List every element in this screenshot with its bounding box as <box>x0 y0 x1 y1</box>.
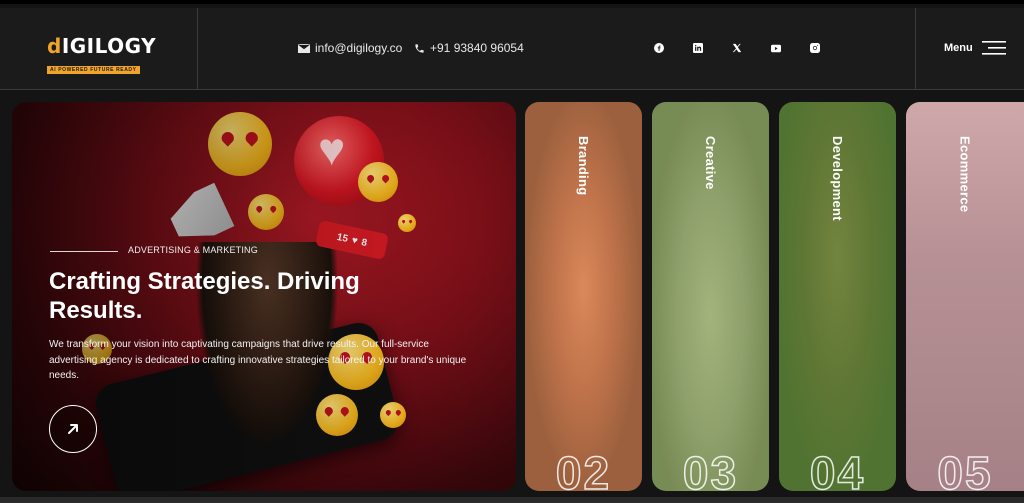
hero-title: Crafting Strategies. Driving Results. <box>49 268 360 324</box>
service-card-ecommerce[interactable]: Ecommerce 05 <box>906 102 1024 491</box>
card-number: 04 <box>809 447 866 491</box>
instagram-icon[interactable] <box>810 43 820 53</box>
phone-text: +91 93840 96054 <box>430 41 524 55</box>
social-links <box>654 43 820 53</box>
kicker-divider <box>50 251 118 252</box>
card-label: Creative <box>703 136 718 190</box>
mail-icon <box>298 43 310 53</box>
x-icon[interactable] <box>732 43 742 53</box>
card-number: 05 <box>937 447 993 491</box>
card-label: Ecommerce <box>957 136 973 213</box>
menu-block: Menu <box>915 8 1024 90</box>
logo[interactable]: dIGILOGY AI POWERED FUTURE READY <box>47 34 156 76</box>
logo-tagline: AI POWERED FUTURE READY <box>47 66 140 74</box>
linkedin-icon[interactable] <box>693 43 703 53</box>
card-label: Development <box>830 136 845 221</box>
email-link[interactable]: info@digilogy.co <box>298 41 402 55</box>
hero-banner: 15♥ 8 ADVERTISING & MARKETING Crafting S… <box>12 102 516 491</box>
email-text: info@digilogy.co <box>315 41 403 55</box>
phone-link[interactable]: +91 93840 96054 <box>414 41 524 55</box>
site-header: dIGILOGY AI POWERED FUTURE READY info@di… <box>0 8 1024 90</box>
card-label: Branding <box>576 136 591 196</box>
hero-kicker: ADVERTISING & MARKETING <box>128 245 258 255</box>
arrow-up-right-icon <box>68 424 78 434</box>
service-card-creative[interactable]: Creative 03 <box>652 102 769 491</box>
logo-word-rest: IGILOGY <box>61 34 157 58</box>
menu-label[interactable]: Menu <box>944 42 973 54</box>
facebook-icon[interactable] <box>654 43 664 53</box>
hamburger-icon[interactable] <box>982 41 1006 55</box>
logo-block: dIGILOGY AI POWERED FUTURE READY <box>0 8 198 90</box>
logo-accent: d <box>47 34 62 58</box>
hero-arrow-button[interactable] <box>49 405 97 453</box>
logo-wordmark: dIGILOGY <box>47 34 156 58</box>
top-bar <box>0 0 1024 4</box>
bottom-bar <box>0 497 1024 503</box>
youtube-icon[interactable] <box>771 43 781 53</box>
hero-description: We transform your vision into captivatin… <box>49 339 467 381</box>
service-card-branding[interactable]: Branding 02 <box>525 102 642 491</box>
card-number: 02 <box>555 447 612 491</box>
phone-icon <box>415 43 424 53</box>
service-card-development[interactable]: Development 04 <box>779 102 896 491</box>
card-number: 03 <box>682 447 739 491</box>
